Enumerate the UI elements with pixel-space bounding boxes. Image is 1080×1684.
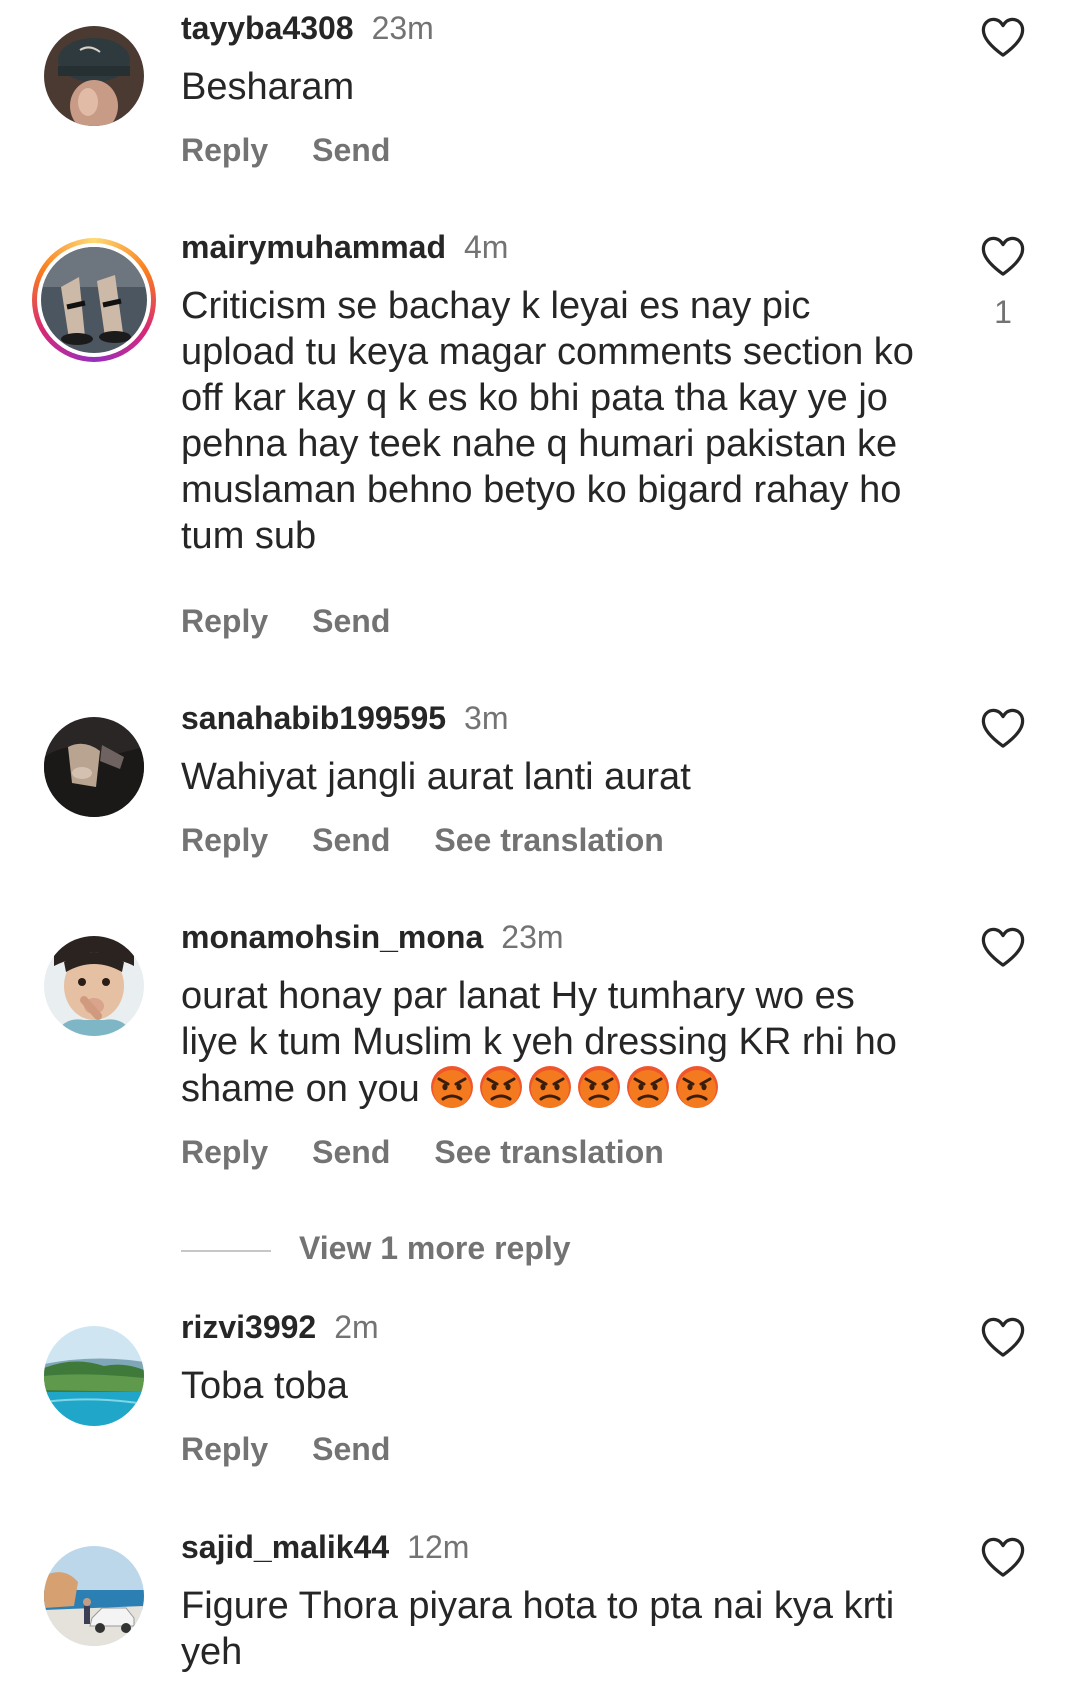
send-button[interactable]: Send: [312, 1431, 390, 1467]
heart-icon[interactable]: [980, 1316, 1026, 1358]
avatar-landscape-icon[interactable]: [44, 1326, 144, 1426]
send-button[interactable]: Send: [312, 132, 390, 168]
angry-face-icon: [626, 1065, 670, 1109]
comment-meta: sajid_malik44 12m: [181, 1527, 921, 1567]
comment-meta: rizvi3992 2m: [181, 1307, 921, 1347]
reply-button[interactable]: Reply: [181, 132, 268, 168]
send-button[interactable]: Send: [312, 1134, 390, 1170]
comment-meta: sanahabib199595 3m: [181, 698, 921, 738]
like-count: 1: [994, 294, 1012, 330]
send-button[interactable]: Send: [312, 603, 390, 639]
username[interactable]: tayyba4308: [181, 10, 354, 46]
heart-icon[interactable]: [980, 235, 1026, 277]
comment-text: ourat honay par lanat Hy tumhary wo es l…: [181, 973, 921, 1112]
reply-button[interactable]: Reply: [181, 1431, 268, 1467]
comment-meta: tayyba4308 23m: [181, 8, 921, 48]
angry-face-icon: [675, 1065, 719, 1109]
comment-text: Criticism se bachay k leyai es nay pic u…: [181, 285, 914, 557]
username[interactable]: sajid_malik44: [181, 1529, 389, 1565]
avatar-child-icon[interactable]: [44, 936, 144, 1036]
comment-text: Wahiyat jangli aurat lanti aurat: [181, 756, 691, 798]
reply-button[interactable]: Reply: [181, 1134, 268, 1170]
heart-icon[interactable]: [980, 16, 1026, 58]
avatar-dark-icon[interactable]: [44, 717, 144, 817]
angry-face-icon: [479, 1065, 523, 1109]
timestamp: 2m: [334, 1309, 379, 1345]
timestamp: 23m: [371, 10, 434, 46]
comment-actions: Reply Send: [181, 130, 921, 170]
timestamp: 12m: [407, 1529, 470, 1565]
avatar-car-beach-icon[interactable]: [44, 1546, 144, 1646]
comment-actions: Reply Send: [181, 601, 921, 641]
story-ring[interactable]: [32, 238, 156, 362]
heart-icon[interactable]: [980, 1536, 1026, 1578]
timestamp: 4m: [463, 229, 509, 265]
username[interactable]: mairymuhammad: [181, 229, 446, 265]
comment-actions: Reply Send See translation: [181, 1132, 921, 1172]
avatar-sandals-icon: [41, 247, 147, 353]
angry-face-icon: [577, 1065, 621, 1109]
username[interactable]: sanahabib199595: [181, 700, 446, 736]
emoji-group: [430, 1068, 724, 1110]
username[interactable]: rizvi3992: [181, 1309, 316, 1345]
see-translation-button[interactable]: See translation: [434, 1134, 663, 1170]
comment-text: Besharam: [181, 66, 355, 108]
username[interactable]: monamohsin_mona: [181, 919, 483, 955]
see-translation-button[interactable]: See translation: [434, 822, 663, 858]
timestamp: 23m: [501, 919, 564, 955]
reply-button[interactable]: Reply: [181, 822, 268, 858]
angry-face-icon: [430, 1065, 474, 1109]
angry-face-icon: [528, 1065, 572, 1109]
comment-meta: monamohsin_mona 23m: [181, 917, 921, 957]
comment-meta: mairymuhammad 4m: [181, 227, 921, 267]
comment-actions: Reply Send: [181, 1429, 921, 1469]
avatar-cap-icon[interactable]: [44, 26, 144, 126]
heart-icon[interactable]: [980, 707, 1026, 749]
reply-button[interactable]: Reply: [181, 603, 268, 639]
send-button[interactable]: Send: [312, 822, 390, 858]
divider: [181, 1249, 271, 1252]
comment-actions: Reply Send See translation: [181, 820, 921, 860]
heart-icon[interactable]: [980, 926, 1026, 968]
comment-text: Figure Thora piyara hota to pta nai kya …: [181, 1585, 895, 1673]
comment-text: Toba toba: [181, 1365, 348, 1407]
view-more-replies-button[interactable]: View 1 more reply: [181, 1228, 571, 1268]
timestamp: 3m: [464, 700, 509, 736]
view-more-replies-label: View 1 more reply: [299, 1230, 571, 1266]
